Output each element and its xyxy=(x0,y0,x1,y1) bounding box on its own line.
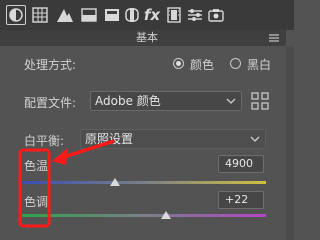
curve-grid-icon xyxy=(32,7,48,23)
profile-label: 配置文件: xyxy=(24,96,77,110)
effects-tab[interactable]: fx xyxy=(142,5,162,25)
curves-tab[interactable] xyxy=(30,5,50,25)
bw-option-label[interactable]: 黑白 xyxy=(247,56,271,73)
white-balance-label: 白平衡: xyxy=(24,134,65,148)
chevron-down-icon xyxy=(226,98,236,104)
panel-menu-icon[interactable] xyxy=(268,33,280,43)
section-header-edge xyxy=(0,30,8,46)
tint-slider-track[interactable] xyxy=(22,214,266,217)
split-rect-icon xyxy=(81,8,97,22)
white-balance-select[interactable]: 原照设置 xyxy=(80,129,266,149)
color-option-label[interactable]: 颜色 xyxy=(190,56,214,73)
color-radio[interactable] xyxy=(173,58,184,69)
profile-browser-icon[interactable] xyxy=(251,92,269,110)
temperature-label: 色温 xyxy=(24,159,49,173)
basic-adjust-tab[interactable] xyxy=(6,5,26,25)
panel-tab-bar: fx xyxy=(0,0,294,30)
hsl-tab[interactable] xyxy=(79,5,99,25)
split-toning-tab[interactable] xyxy=(102,5,122,25)
profile-value: Adobe 颜色 xyxy=(95,94,161,108)
profile-select[interactable]: Adobe 颜色 xyxy=(90,91,242,111)
bw-radio[interactable] xyxy=(230,58,241,69)
chevron-down-icon xyxy=(250,136,260,142)
tint-label: 色调 xyxy=(24,195,49,209)
treatment-label: 处理方式: xyxy=(24,58,77,72)
sliders-icon xyxy=(188,9,202,21)
lens-tab[interactable] xyxy=(122,5,142,25)
white-balance-value: 原照设置 xyxy=(85,132,134,146)
section-title: 基本 xyxy=(8,30,286,46)
scrollbar[interactable] xyxy=(286,46,294,240)
camera-calibration-icon xyxy=(208,9,224,22)
basic-adjust-icon xyxy=(9,8,23,22)
film-strip-icon xyxy=(167,7,181,23)
mountain-peaks-icon xyxy=(57,9,73,22)
basic-panel: 处理方式: 颜色 黑白 配置文件: Adobe 颜色 白平衡: 原照设置 色温 … xyxy=(8,46,286,240)
rect-filled-icon xyxy=(105,9,119,21)
temperature-value[interactable]: 4900 xyxy=(218,155,264,173)
detail-tab[interactable] xyxy=(55,5,75,25)
lens-icon xyxy=(125,8,139,22)
film-tab[interactable] xyxy=(164,5,184,25)
calibration-tab[interactable] xyxy=(206,5,226,25)
temperature-slider-thumb[interactable] xyxy=(109,178,120,186)
fx-icon: fx xyxy=(143,6,161,24)
presets-tab[interactable] xyxy=(185,5,205,25)
tint-slider-thumb[interactable] xyxy=(160,211,171,219)
temperature-slider-track[interactable] xyxy=(22,181,266,184)
tint-value[interactable]: +22 xyxy=(218,191,264,209)
